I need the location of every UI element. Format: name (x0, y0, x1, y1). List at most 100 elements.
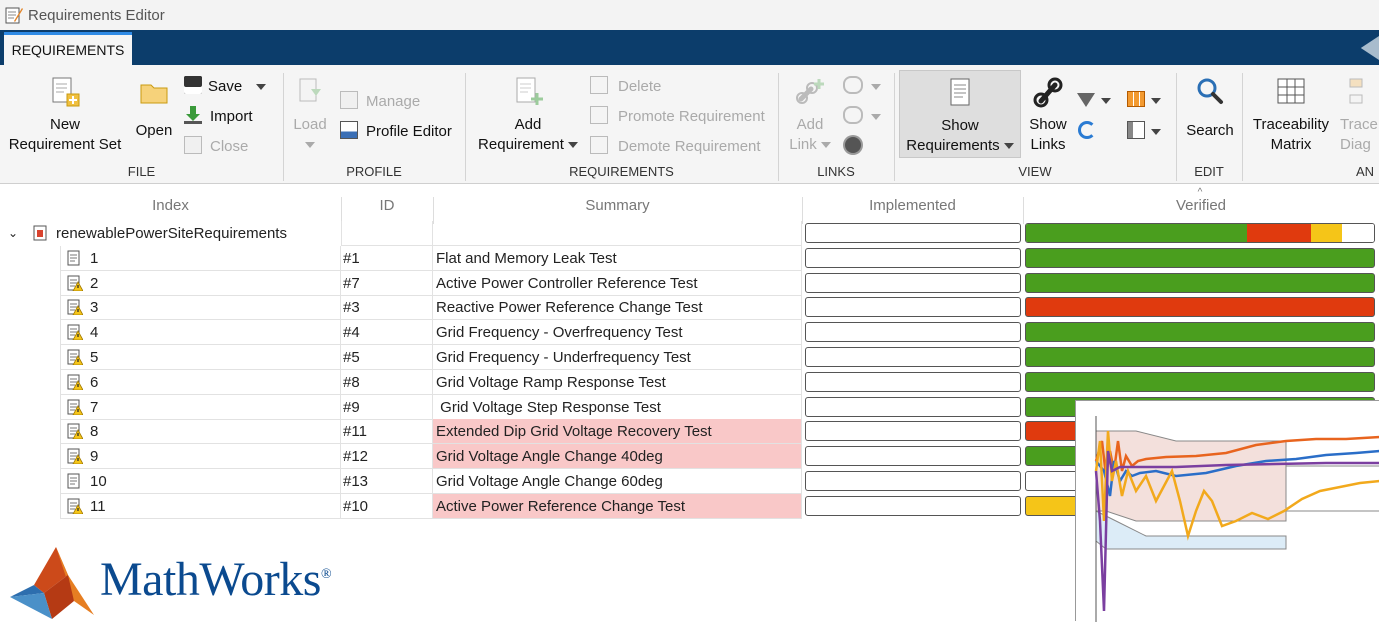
summary-cell[interactable]: Reactive Power Reference Change Test (433, 295, 802, 320)
new-label-2: Requirement Set (8, 136, 122, 153)
sort-ascending-icon[interactable]: ^ (1194, 187, 1206, 198)
link-tool-icon (843, 106, 863, 124)
summary-cell[interactable]: Grid Voltage Angle Change 60deg (433, 469, 802, 494)
filter-dropdown-icon[interactable] (1101, 98, 1111, 105)
refresh-icon (1078, 121, 1096, 139)
implementation-bar (805, 347, 1021, 367)
refresh-button[interactable] (1078, 121, 1096, 142)
show-requirements-button[interactable]: Show Requirements (899, 70, 1021, 158)
summary-cell[interactable]: Grid Frequency - Underfrequency Test (433, 345, 802, 370)
summary-column-header[interactable]: Summary (433, 197, 802, 214)
delete-button[interactable]: Delete (590, 76, 661, 97)
link-tool-2[interactable] (843, 106, 881, 127)
add-link-button[interactable]: Add Link (784, 75, 836, 155)
link-settings-button[interactable] (845, 136, 861, 156)
columns-button[interactable] (1127, 91, 1161, 111)
load-label: Load (293, 116, 327, 133)
load-icon (299, 78, 321, 102)
save-button[interactable]: Save (184, 76, 267, 97)
tab-requirements[interactable]: REQUIREMENTS (4, 32, 132, 65)
summary-cell[interactable]: Grid Voltage Ramp Response Test (433, 370, 802, 395)
summary-cell[interactable]: Active Power Controller Reference Test (433, 271, 802, 296)
requirement-icon (67, 473, 80, 489)
summary-cell[interactable]: Grid Frequency - Overfrequency Test (433, 320, 802, 345)
filter-button[interactable] (1077, 91, 1111, 111)
chevron-down-icon[interactable]: ⌄ (8, 221, 18, 246)
new-requirement-set-button[interactable]: New Requirement Set (4, 75, 126, 155)
show-requirements-dropdown-icon[interactable] (1003, 143, 1014, 150)
index-label: 1 (90, 250, 99, 267)
demote-requirement-button[interactable]: Demote Requirement (590, 136, 761, 157)
search-button[interactable]: Search (1182, 75, 1238, 141)
profile-editor-button[interactable]: Profile Editor (340, 121, 452, 142)
id-cell: #3 (341, 295, 433, 320)
root-summary-cell (433, 221, 802, 246)
index-column-header[interactable]: Index (0, 197, 341, 214)
mathworks-logo: MathWorks® (8, 545, 388, 621)
summary-cell[interactable]: Grid Voltage Angle Change 40deg (433, 444, 802, 469)
summary-cell[interactable]: Active Power Reference Change Test (433, 494, 802, 519)
load-button[interactable]: Load (288, 75, 332, 155)
traceability-matrix-button[interactable]: Traceability Matrix (1248, 75, 1334, 155)
summary-cell[interactable]: Extended Dip Grid Voltage Recovery Test (433, 419, 802, 444)
link-tool-2-dropdown-icon[interactable] (871, 114, 881, 121)
requirement-warning-icon (67, 423, 83, 439)
open-button[interactable]: Open (130, 75, 178, 141)
id-column-header[interactable]: ID (341, 197, 433, 214)
table-row[interactable]: 1 #1 Flat and Memory Leak Test (0, 246, 1379, 271)
promote-requirement-button[interactable]: Promote Requirement (590, 106, 765, 127)
id-cell: #10 (341, 494, 433, 519)
index-label: 11 (90, 498, 106, 515)
implementation-bar (805, 397, 1021, 417)
index-cell: 1 (60, 246, 341, 271)
id-cell: #8 (341, 370, 433, 395)
implementation-bar (805, 273, 1021, 293)
index-label: 10 (90, 473, 107, 490)
table-row[interactable]: 3 #3 Reactive Power Reference Change Test (0, 295, 1379, 320)
show-requirements-icon (950, 78, 970, 106)
table-row[interactable]: 5 #5 Grid Frequency - Underfrequency Test (0, 345, 1379, 370)
collapse-arrow-icon[interactable] (1360, 36, 1379, 60)
requirement-warning-icon (67, 448, 83, 464)
mathworks-wordmark: MathWorks® (100, 552, 332, 607)
implementation-bar (805, 471, 1021, 491)
id-cell: #4 (341, 320, 433, 345)
summary-cell[interactable]: Grid Voltage Step Response Test (433, 395, 802, 420)
index-cell: 2 (60, 271, 341, 296)
layout-button[interactable] (1127, 121, 1161, 142)
manage-icon (340, 91, 358, 109)
traceability-diagram-label-1: Trace (1340, 116, 1378, 133)
index-label: 4 (90, 324, 99, 341)
edit-section-label: EDIT (1194, 164, 1224, 179)
new-requirement-set-icon (52, 77, 80, 107)
close-button[interactable]: Close (184, 136, 248, 157)
layout-dropdown-icon[interactable] (1151, 129, 1161, 136)
table-row-root[interactable]: ⌄ renewablePowerSiteRequirements (0, 221, 1379, 246)
link-tool-1[interactable] (843, 76, 881, 97)
show-links-button[interactable]: Show Links (1026, 75, 1070, 155)
traceability-matrix-label-1: Traceability (1252, 116, 1330, 133)
table-row[interactable]: 6 #8 Grid Voltage Ramp Response Test (0, 370, 1379, 395)
id-cell: #5 (341, 345, 433, 370)
save-dropdown-icon[interactable] (256, 84, 267, 91)
window-title: Requirements Editor (28, 7, 165, 24)
traceability-diagram-button[interactable]: Trace Diag (1340, 75, 1379, 155)
ribbon-separator (1242, 73, 1243, 181)
add-link-dropdown-icon[interactable] (820, 142, 831, 149)
add-requirement-dropdown-icon[interactable] (567, 142, 578, 149)
import-button[interactable]: Import (184, 106, 253, 127)
summary-cell[interactable]: Flat and Memory Leak Test (433, 246, 802, 271)
implemented-column-header[interactable]: Implemented (802, 197, 1023, 214)
simulation-result-plot (1075, 400, 1379, 622)
manage-button[interactable]: Manage (340, 91, 420, 112)
columns-dropdown-icon[interactable] (1151, 98, 1161, 105)
implementation-bar (805, 496, 1021, 516)
add-requirement-button[interactable]: Add Requirement (472, 75, 584, 155)
verified-column-header[interactable]: Verified (1023, 197, 1379, 214)
table-row[interactable]: 4 #4 Grid Frequency - Overfrequency Test (0, 320, 1379, 345)
verification-bar (1025, 273, 1375, 293)
table-row[interactable]: 2 #7 Active Power Controller Reference Tes… (0, 271, 1379, 296)
promote-label: Promote Requirement (618, 108, 765, 125)
link-tool-1-dropdown-icon[interactable] (871, 84, 881, 91)
load-dropdown-icon[interactable] (305, 142, 315, 149)
